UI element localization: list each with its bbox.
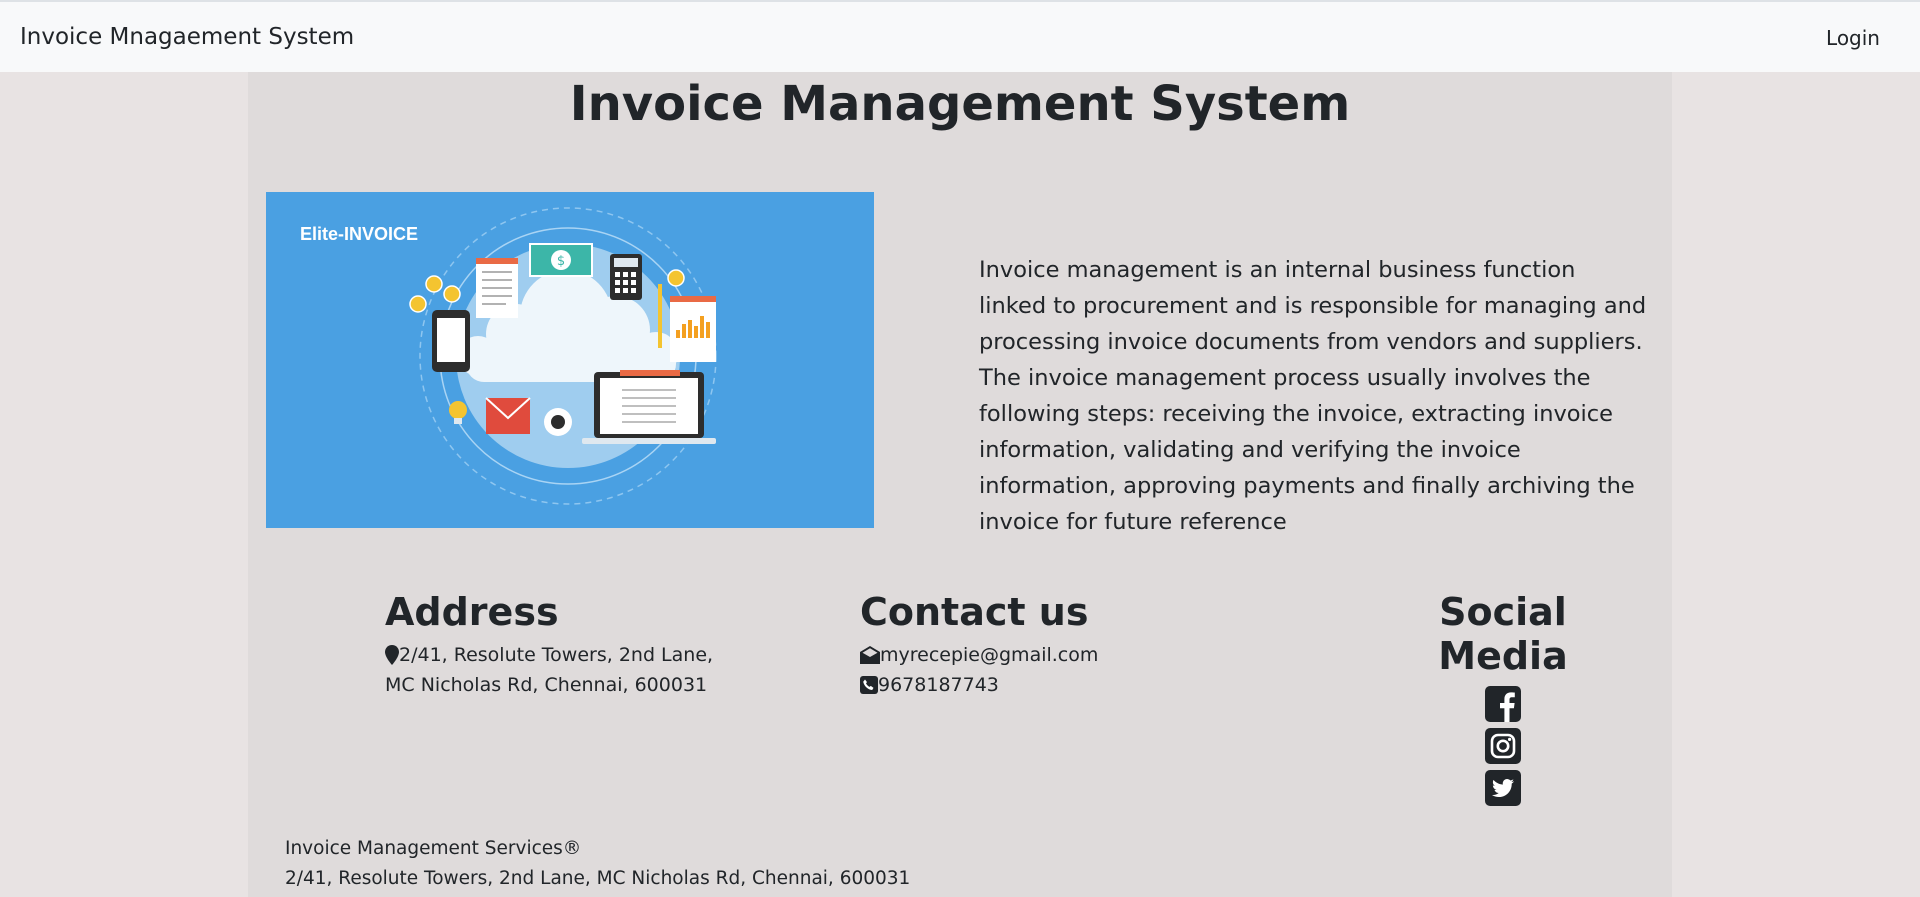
address-line-2: MC Nicholas Rd, Chennai, 600031 xyxy=(385,670,745,700)
login-link[interactable]: Login xyxy=(1826,26,1880,50)
instagram-icon[interactable] xyxy=(1485,728,1521,764)
social-heading: Social Media xyxy=(1438,590,1568,678)
envelope-icon xyxy=(860,646,880,664)
footer-company: Invoice Management Services® xyxy=(285,838,582,859)
social-section: Social Media xyxy=(1378,590,1628,812)
contact-heading: Contact us xyxy=(860,590,1089,634)
contact-phone[interactable]: 9678187743 xyxy=(860,670,1220,700)
contact-email[interactable]: myrecepie@gmail.com xyxy=(860,640,1220,670)
address-line-1: 2/41, Resolute Towers, 2nd Lane, xyxy=(385,640,745,670)
hero-illustration: Elite-INVOICE $ xyxy=(266,192,874,528)
address-heading: Address xyxy=(385,590,559,634)
cloud-invoice-illustration: $ xyxy=(409,207,717,505)
address-line-2-text: MC Nicholas Rd, Chennai, 600031 xyxy=(385,674,708,696)
social-icon-list xyxy=(1378,686,1628,812)
contact-section: Contact us myrecepie@gmail.com 967818774… xyxy=(860,590,1220,700)
address-section: Address 2/41, Resolute Towers, 2nd Lane,… xyxy=(385,590,745,700)
contact-email-text: myrecepie@gmail.com xyxy=(880,644,1099,666)
phone-icon xyxy=(860,676,878,694)
footer-address: 2/41, Resolute Towers, 2nd Lane, MC Nich… xyxy=(285,868,911,889)
description-text: Invoice management is an internal busine… xyxy=(979,257,1647,535)
map-pin-icon xyxy=(385,645,399,665)
twitter-icon[interactable] xyxy=(1485,770,1521,806)
main-container: Invoice Management System Elite-INVOICE xyxy=(248,72,1672,897)
navbar: Invoice Mnagaement System Login xyxy=(0,0,1920,72)
footer: Invoice Management Services® 2/41, Resol… xyxy=(285,834,910,894)
contact-phone-text: 9678187743 xyxy=(878,674,999,696)
svg-text:$: $ xyxy=(557,254,565,269)
page-title: Invoice Management System xyxy=(569,76,1351,132)
facebook-icon[interactable] xyxy=(1485,686,1521,722)
navbar-brand[interactable]: Invoice Mnagaement System xyxy=(20,24,354,50)
address-line-1-text: 2/41, Resolute Towers, 2nd Lane, xyxy=(399,644,714,666)
